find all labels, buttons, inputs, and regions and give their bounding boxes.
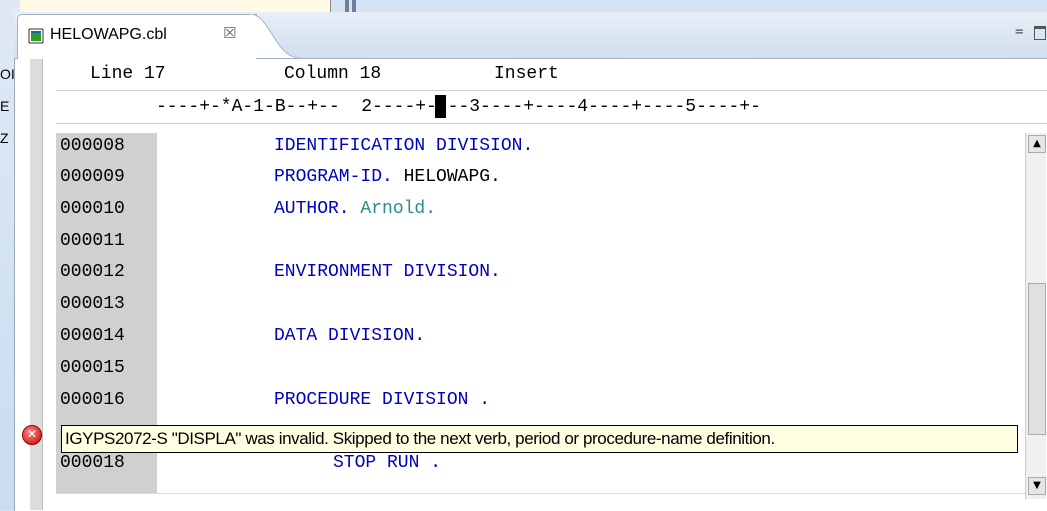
insert-mode-indicator: Insert: [494, 64, 559, 84]
left-panel-label: OI: [0, 66, 15, 82]
line-number: 000010: [60, 199, 125, 219]
code-keyword: STOP RUN .: [333, 453, 442, 473]
code-keyword: ENVIRONMENT DIVISION.: [274, 262, 501, 282]
scroll-down-icon[interactable]: ▼: [1028, 477, 1046, 495]
line-number: 000013: [60, 294, 125, 314]
column-ruler: ----+-*A-1-B--+-- 2----+----3----+----4-…: [56, 90, 1047, 124]
scroll-up-icon[interactable]: ▲: [1028, 135, 1046, 153]
line-indicator: Line 17: [90, 64, 166, 84]
editor-status-line: Line 17 Column 18 Insert: [56, 59, 1047, 90]
background-panel: [0, 0, 331, 12]
left-panel-label: Z: [0, 130, 9, 146]
code-keyword: AUTHOR.: [274, 199, 350, 219]
close-icon[interactable]: ☒: [223, 24, 236, 42]
tab-filename: HELOWAPG.cbl: [50, 26, 167, 43]
line-number: 000018: [60, 453, 125, 473]
code-line[interactable]: DATA DIVISION.: [274, 326, 425, 346]
vertical-scrollbar[interactable]: ▲ ▼: [1025, 133, 1046, 499]
tab-edge: [250, 14, 300, 58]
code-keyword: PROGRAM-ID.: [274, 167, 393, 187]
code-keyword: PROCEDURE DIVISION .: [274, 390, 491, 410]
line-number: 000016: [60, 390, 125, 410]
line-number: 000015: [60, 358, 125, 378]
line-number: 000014: [60, 326, 125, 346]
editor-bottom-edge: [56, 493, 1025, 511]
line-number: 000011: [60, 231, 125, 251]
code-line[interactable]: ENVIRONMENT DIVISION.: [274, 262, 501, 282]
code-line[interactable]: STOP RUN .: [333, 453, 441, 473]
error-tooltip: IGYPS2072-S "DISPLA" was invalid. Skippe…: [61, 425, 1018, 453]
line-number: 000009: [60, 167, 125, 187]
cursor-position-marker: [435, 95, 446, 118]
code-line[interactable]: IDENTIFICATION DIVISION.: [274, 136, 533, 156]
background-views: [0, 0, 1047, 12]
code-line[interactable]: PROCEDURE DIVISION .: [274, 390, 490, 410]
line-number: 000008: [60, 136, 125, 156]
error-message: IGYPS2072-S "DISPLA" was invalid. Skippe…: [65, 429, 775, 448]
column-indicator: Column 18: [284, 64, 382, 84]
code-keyword: IDENTIFICATION DIVISION.: [274, 136, 534, 156]
line-number: 000012: [60, 262, 125, 282]
ruler-text: ----+-*A-1-B--+-- 2----+----3----+----4-…: [156, 97, 761, 117]
code-value: HELOWAPG.: [392, 167, 501, 187]
error-icon[interactable]: ✕: [22, 425, 42, 445]
left-panel-label: E: [0, 98, 10, 114]
sash-divider[interactable]: [345, 0, 349, 12]
code-keyword: DATA DIVISION.: [274, 326, 426, 346]
code-line[interactable]: PROGRAM-ID. HELOWAPG.: [274, 167, 501, 187]
tab-helowapg[interactable]: HELOWAPG.cbl ☒: [17, 14, 257, 59]
code-value: Arnold.: [349, 199, 437, 219]
code-line[interactable]: AUTHOR. Arnold.: [274, 199, 436, 219]
sash-divider[interactable]: [352, 0, 356, 12]
minimize-icon[interactable]: =: [1015, 24, 1023, 40]
maximize-icon[interactable]: [1034, 26, 1046, 40]
cobol-file-icon: [28, 28, 44, 44]
scrollbar-thumb[interactable]: [1028, 283, 1046, 435]
